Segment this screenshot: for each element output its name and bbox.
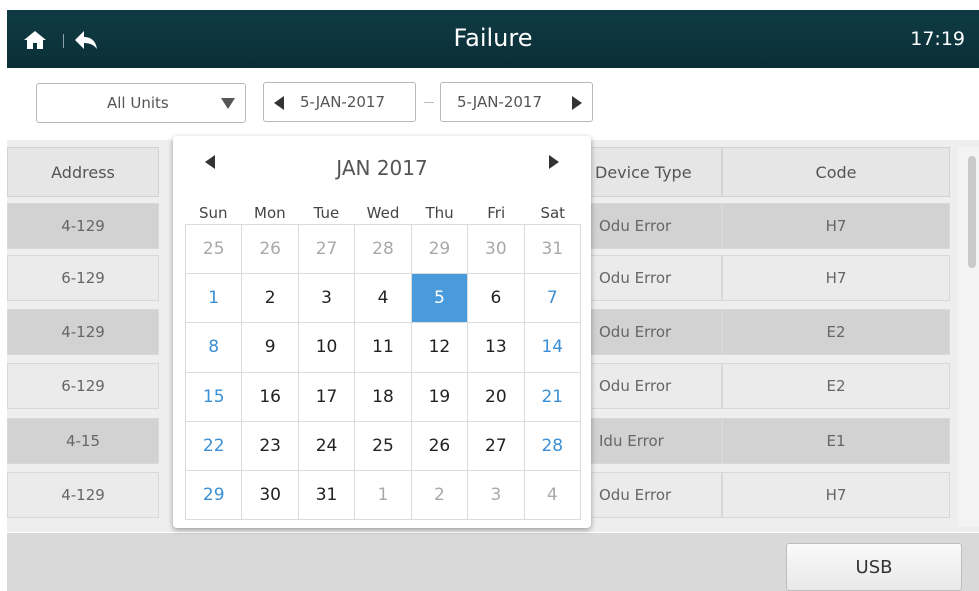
table-row-code[interactable]: E2	[722, 309, 950, 355]
calendar-day[interactable]: 24	[298, 421, 356, 471]
chevron-down-icon	[221, 98, 235, 109]
calendar-day[interactable]: 3	[298, 274, 356, 324]
prev-day-icon[interactable]	[274, 96, 284, 110]
calendar-day[interactable]: 9	[242, 323, 299, 373]
calendar-day[interactable]: 30	[468, 225, 525, 275]
calendar-day[interactable]: 27	[298, 225, 356, 275]
start-date-value: 5-JAN-2017	[300, 93, 386, 111]
table-row-address[interactable]: 6-129	[7, 255, 159, 301]
calendar-day[interactable]: 17	[298, 372, 356, 422]
table-row-address[interactable]: 4-129	[7, 309, 159, 355]
weekday-label: Mon	[254, 204, 286, 222]
weekday-label: Fri	[487, 204, 506, 222]
calendar-day[interactable]: 1	[355, 470, 412, 520]
calendar-day[interactable]: 31	[524, 225, 581, 275]
calendar-day[interactable]: 5	[411, 274, 469, 324]
weekday-label: Sat	[540, 204, 566, 222]
weekday-label: Thu	[425, 204, 454, 222]
calendar-day[interactable]: 2	[242, 274, 299, 324]
calendar-day[interactable]: 23	[242, 421, 299, 471]
weekday-label: Wed	[366, 204, 400, 222]
calendar-day[interactable]: 25	[186, 225, 243, 275]
calendar-day[interactable]: 28	[355, 225, 412, 275]
calendar-day[interactable]: 7	[524, 274, 581, 324]
table-row-address[interactable]: 4-129	[7, 472, 159, 518]
calendar-day[interactable]: 20	[468, 372, 525, 422]
calendar-day[interactable]: 4	[355, 274, 412, 324]
table-row-code[interactable]: H7	[722, 203, 950, 249]
calendar-day[interactable]: 31	[298, 470, 356, 520]
end-date-picker[interactable]: 5-JAN-2017	[440, 82, 593, 122]
table-row-code[interactable]: E2	[722, 363, 950, 409]
calendar-day[interactable]: 19	[411, 372, 469, 422]
units-dropdown[interactable]: All Units	[36, 83, 246, 123]
calendar-day[interactable]: 4	[524, 470, 581, 520]
table-row-address[interactable]: 4-15	[7, 418, 159, 464]
calendar-day[interactable]: 10	[298, 323, 356, 373]
calendar-day[interactable]: 11	[355, 323, 412, 373]
start-date-picker[interactable]: 5-JAN-2017	[263, 82, 416, 122]
calendar-day[interactable]: 3	[468, 470, 525, 520]
scrollbar-thumb[interactable]	[968, 156, 976, 268]
calendar-day[interactable]: 6	[468, 274, 525, 324]
weekday-label: Sun	[199, 204, 228, 222]
clock: 17:19	[910, 28, 965, 50]
calendar-day[interactable]: 15	[186, 372, 243, 422]
column-header-address[interactable]: Address	[7, 147, 159, 197]
calendar-day[interactable]: 2	[411, 470, 469, 520]
next-month-icon[interactable]	[549, 155, 559, 169]
calendar-day[interactable]: 27	[468, 421, 525, 471]
calendar-day[interactable]: 1	[186, 274, 243, 324]
table-row-device-type[interactable]: Odu Error	[590, 255, 722, 301]
table-row-address[interactable]: 4-129	[7, 203, 159, 249]
calendar-day[interactable]: 14	[524, 323, 581, 373]
calendar-day[interactable]: 16	[242, 372, 299, 422]
calendar-day[interactable]: 28	[524, 421, 581, 471]
calendar-day[interactable]: 12	[411, 323, 469, 373]
end-date-value: 5-JAN-2017	[457, 93, 543, 111]
calendar-day[interactable]: 29	[411, 225, 469, 275]
calendar-day[interactable]: 22	[186, 421, 243, 471]
table-row-device-type[interactable]: Odu Error	[590, 203, 722, 249]
units-dropdown-value: All Units	[107, 94, 169, 112]
next-day-icon[interactable]	[572, 96, 582, 110]
weekday-label: Tue	[313, 204, 340, 222]
table-row-code[interactable]: H7	[722, 472, 950, 518]
calendar-day[interactable]: 25	[355, 421, 412, 471]
table-row-address[interactable]: 6-129	[7, 363, 159, 409]
calendar-day[interactable]: 13	[468, 323, 525, 373]
calendar-day[interactable]: 29	[186, 470, 243, 520]
table-row-device-type[interactable]: Odu Error	[590, 472, 722, 518]
calendar-day[interactable]: 30	[242, 470, 299, 520]
calendar-day[interactable]: 26	[242, 225, 299, 275]
calendar-days-grid: 25 26 27 28 29 30 31 1 2 3 4 5 6 7 8 9 10 11 12 13 14 15 16 17 1…	[185, 224, 581, 520]
table-row-device-type[interactable]: Odu Error	[590, 363, 722, 409]
date-picker-popup: JAN 2017 Sun Mon Tue Wed Thu Fri Sat 25 2…	[173, 136, 591, 528]
title-bar: Failure 17:19	[7, 10, 979, 68]
table-row-code[interactable]: E1	[722, 418, 950, 464]
calendar-day[interactable]: 21	[524, 372, 581, 422]
date-range-separator	[424, 102, 434, 103]
page-title: Failure	[453, 24, 533, 52]
usb-button[interactable]: USB	[786, 543, 962, 591]
table-row-device-type[interactable]: Odu Error	[590, 309, 722, 355]
weekday-header: Sun Mon Tue Wed Thu Fri Sat	[185, 204, 581, 222]
column-header-code[interactable]: Code	[722, 147, 950, 197]
column-header-device-type[interactable]: Device Type	[590, 147, 722, 197]
calendar-month-label: JAN 2017	[336, 156, 428, 180]
calendar-day[interactable]: 26	[411, 421, 469, 471]
calendar-day[interactable]: 18	[355, 372, 412, 422]
table-row-code[interactable]: H7	[722, 255, 950, 301]
calendar-day[interactable]: 8	[186, 323, 243, 373]
table-row-device-type[interactable]: Idu Error	[590, 418, 722, 464]
